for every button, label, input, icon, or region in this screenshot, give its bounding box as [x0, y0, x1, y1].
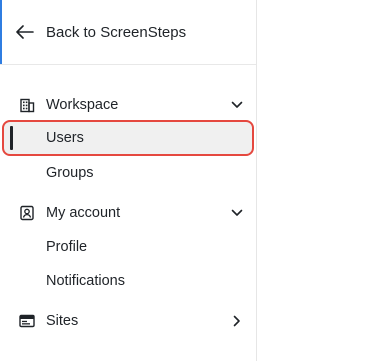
- sidebar-item-label: Users: [46, 130, 84, 146]
- chevron-right-icon[interactable]: [229, 313, 245, 329]
- nav-section-label: My account: [46, 205, 121, 221]
- nav-section-my-account[interactable]: My account: [0, 196, 256, 230]
- back-link-label: Back to ScreenSteps: [46, 23, 187, 41]
- sidebar-item-label: Profile: [46, 239, 88, 255]
- chevron-down-icon[interactable]: [229, 97, 245, 113]
- sidebar-item-label: Notifications: [46, 273, 125, 289]
- nav-section-label: Workspace: [46, 97, 119, 113]
- nav-section-workspace[interactable]: Workspace: [0, 88, 256, 122]
- arrow-left-icon: [16, 22, 36, 42]
- back-to-screensteps-link[interactable]: Back to ScreenSteps: [0, 0, 256, 64]
- nav-section-label: Sites: [46, 313, 79, 329]
- window-icon: [18, 312, 36, 330]
- sidebar-item-users[interactable]: Users: [0, 121, 256, 155]
- main-content-area: [257, 0, 371, 361]
- sidebar-item-label: Groups: [46, 165, 94, 181]
- divider: [0, 64, 256, 65]
- chevron-down-icon[interactable]: [229, 205, 245, 221]
- sidebar-item-notifications[interactable]: Notifications: [0, 264, 256, 298]
- sidebar-item-profile[interactable]: Profile: [0, 230, 256, 264]
- nav-section-sites[interactable]: Sites: [0, 304, 256, 338]
- settings-sidebar: Back to ScreenSteps Workspace Users Grou…: [0, 0, 257, 361]
- user-card-icon: [18, 204, 36, 222]
- building-icon: [18, 96, 36, 114]
- sidebar-item-groups[interactable]: Groups: [0, 156, 256, 190]
